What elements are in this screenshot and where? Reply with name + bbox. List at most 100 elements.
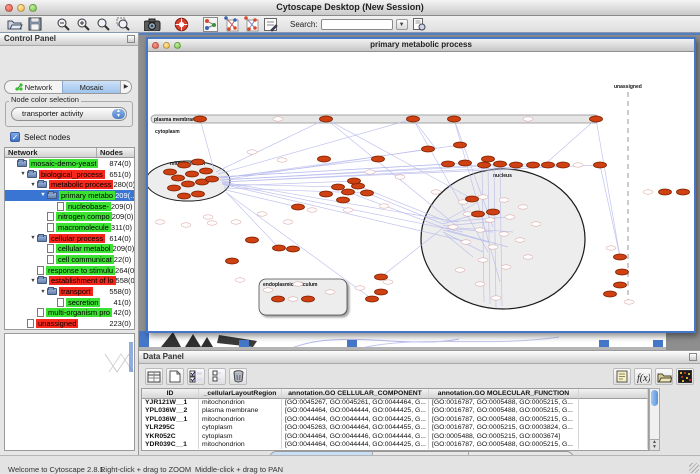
select-attributes-icon[interactable] xyxy=(187,368,205,385)
graph-node[interactable] xyxy=(366,296,379,302)
table-column-header[interactable]: annotation.GO MOLECULAR_FUNCTION xyxy=(429,389,579,399)
graph-node-small[interactable] xyxy=(155,220,165,224)
graph-node[interactable] xyxy=(527,162,540,168)
graph-node-small[interactable] xyxy=(247,150,257,154)
table-row[interactable]: YPL036W__1mitochondrion[GO:0044464, GO:0… xyxy=(142,416,648,424)
table-scrollbar[interactable]: ▲▼ xyxy=(649,388,660,451)
graph-node[interactable] xyxy=(272,296,285,302)
attribute-table[interactable]: ID_cellularLayoutRegionannotation.GO CEL… xyxy=(141,388,649,451)
graph-node-small[interactable] xyxy=(235,278,245,282)
tree-row[interactable]: nucleobase-209(0) xyxy=(5,201,134,212)
tree-row[interactable]: ▼cellular process614(0) xyxy=(5,233,134,244)
background-window-strip[interactable] xyxy=(139,331,666,350)
expand-arrow-icon[interactable]: ▼ xyxy=(19,171,27,177)
annotation-icon[interactable] xyxy=(262,17,279,32)
tree-row[interactable]: nitrogen compo209(0) xyxy=(5,211,134,222)
graph-node[interactable] xyxy=(590,116,603,122)
snapshot-icon[interactable] xyxy=(144,17,161,32)
unselect-attributes-icon[interactable] xyxy=(208,368,226,385)
graph-node-small[interactable] xyxy=(231,220,241,224)
tab-mosaic[interactable]: Mosaic xyxy=(62,81,120,93)
graph-node-small[interactable] xyxy=(355,286,365,290)
graph-node-small[interactable] xyxy=(478,258,488,262)
graph-node[interactable] xyxy=(337,197,350,203)
table-row[interactable]: YJR121W__1mitochondrion[GO:0045267, GO:0… xyxy=(142,399,648,407)
graph-node[interactable] xyxy=(186,171,199,177)
import-attributes-icon[interactable] xyxy=(655,368,673,385)
search-dropdown-icon[interactable]: ▼ xyxy=(396,19,408,30)
graph-node[interactable] xyxy=(422,146,435,152)
graph-node[interactable] xyxy=(318,156,331,162)
table-column-header[interactable]: ID xyxy=(142,389,199,399)
table-row[interactable]: YKR052Ccytoplasm[GO:0044464, GO:0044446,… xyxy=(142,433,648,441)
graph-node[interactable] xyxy=(372,156,385,162)
graph-node-small[interactable] xyxy=(531,222,541,226)
graph-node-small[interactable] xyxy=(573,163,583,167)
graph-node[interactable] xyxy=(542,162,555,168)
graph-node[interactable] xyxy=(168,185,181,191)
help-icon[interactable] xyxy=(173,17,190,32)
vizmapper-icon[interactable] xyxy=(202,17,219,32)
tab-network[interactable]: Network xyxy=(5,81,62,93)
layout-red-icon[interactable] xyxy=(242,17,259,32)
delete-attribute-icon[interactable] xyxy=(229,368,247,385)
graph-node[interactable] xyxy=(320,191,333,197)
graph-node-small[interactable] xyxy=(475,228,485,232)
graph-node[interactable] xyxy=(494,161,507,167)
graph-node[interactable] xyxy=(375,289,388,295)
graph-node[interactable] xyxy=(614,254,627,260)
zoom-out-icon[interactable] xyxy=(55,17,72,32)
tree-row[interactable]: secretion41(0) xyxy=(5,297,134,308)
graph-node[interactable] xyxy=(273,245,286,251)
graph-node[interactable] xyxy=(466,196,479,202)
graph-node[interactable] xyxy=(332,184,345,190)
open-icon[interactable] xyxy=(6,17,23,32)
graph-node[interactable] xyxy=(226,258,239,264)
tree-row[interactable]: ▼primary metabo209(... xyxy=(5,190,134,201)
graph-node-small[interactable] xyxy=(505,215,515,219)
select-nodes-checkbox[interactable]: ✓ xyxy=(10,132,20,142)
graph-node[interactable] xyxy=(448,116,461,122)
tree-column-nodes[interactable]: Nodes xyxy=(97,148,126,157)
graph-node-small[interactable] xyxy=(343,208,353,212)
graph-node-small[interactable] xyxy=(499,198,509,202)
tree-row[interactable]: ▼biological_process651(0) xyxy=(5,169,134,180)
graph-node-small[interactable] xyxy=(277,158,287,162)
graph-node-small[interactable] xyxy=(624,300,634,304)
graph-node[interactable] xyxy=(616,269,629,275)
graph-node[interactable] xyxy=(348,178,361,184)
search-input[interactable] xyxy=(321,19,393,30)
table-column-header[interactable] xyxy=(579,389,648,399)
tree-column-network[interactable]: Network xyxy=(5,148,97,157)
graph-node-small[interactable] xyxy=(523,117,533,121)
graph-node[interactable] xyxy=(510,162,523,168)
layout-blue-icon[interactable] xyxy=(222,17,239,32)
graph-node[interactable] xyxy=(320,116,333,122)
graph-node-small[interactable] xyxy=(448,225,458,229)
graph-node-small[interactable] xyxy=(499,232,509,236)
graph-node[interactable] xyxy=(594,162,607,168)
expand-arrow-icon[interactable]: ▼ xyxy=(39,192,47,198)
graph-node-small[interactable] xyxy=(501,265,511,269)
graph-node-small[interactable] xyxy=(263,288,273,292)
save-icon[interactable] xyxy=(26,17,43,32)
table-column-header[interactable]: _cellularLayoutRegion xyxy=(199,389,282,399)
graph-node-small[interactable] xyxy=(523,255,533,259)
graph-node[interactable] xyxy=(472,211,485,217)
zoom-in-icon[interactable] xyxy=(75,17,92,32)
graph-node[interactable] xyxy=(361,190,374,196)
graph-node-small[interactable] xyxy=(485,218,495,222)
expand-arrow-icon[interactable]: ▼ xyxy=(39,289,47,295)
graph-node[interactable] xyxy=(200,168,213,174)
table-column-header[interactable]: annotation.GO CELLULAR_COMPONENT xyxy=(282,389,429,399)
graph-node[interactable] xyxy=(287,246,300,252)
tree-row[interactable]: cellular metabol209(0) xyxy=(5,244,134,255)
graph-node-small[interactable] xyxy=(207,221,217,225)
graph-node-small[interactable] xyxy=(478,195,488,199)
graph-node[interactable] xyxy=(659,189,672,195)
graph-node-small[interactable] xyxy=(491,296,501,300)
tree-row[interactable]: ▼transport558(0) xyxy=(5,286,134,297)
graph-node[interactable] xyxy=(487,209,500,215)
graph-node-small[interactable] xyxy=(181,223,191,227)
title-bar[interactable]: Cytoscape Desktop (New Session) xyxy=(0,0,700,16)
